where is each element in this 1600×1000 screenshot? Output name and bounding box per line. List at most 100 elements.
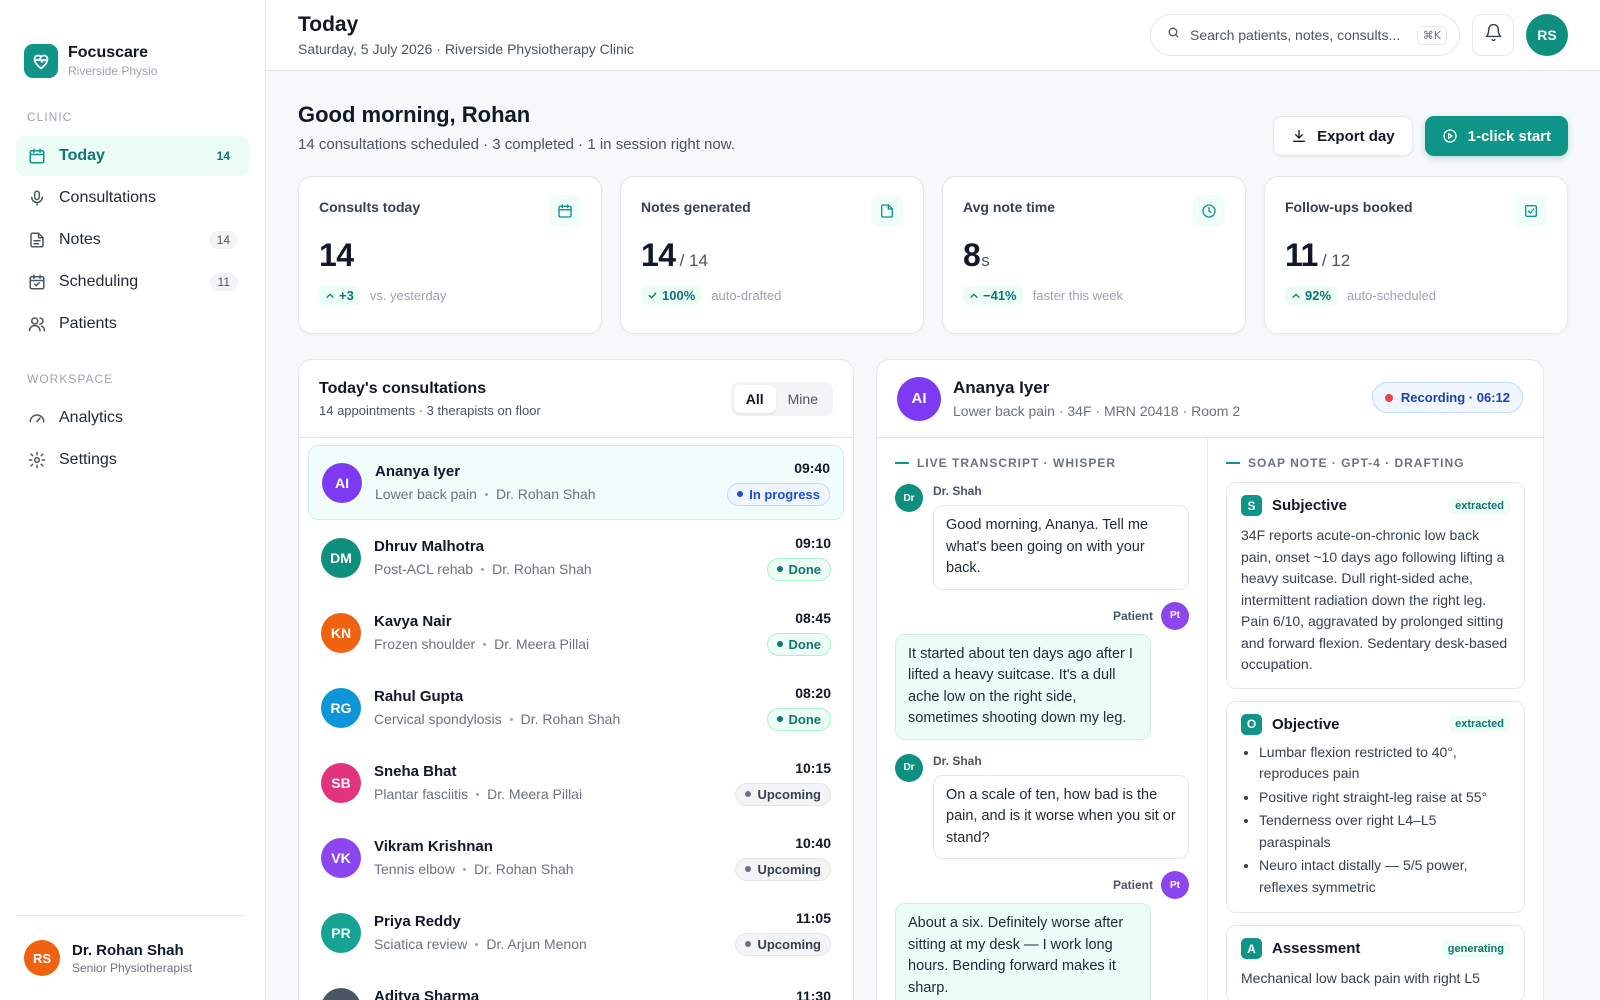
stat-label: Consults today [319, 199, 421, 215]
checkbox-icon [1515, 195, 1547, 227]
table-row[interactable]: KN Kavya Nair Frozen shoulder Dr. Meera P… [308, 595, 844, 670]
avatar: Dr [895, 484, 923, 512]
search-input[interactable] [1190, 27, 1417, 43]
soap-assessment-card[interactable]: A Assessment generating Mechanical low b… [1226, 925, 1525, 1000]
speaker-name: Dr. Shah [933, 753, 982, 768]
greeting-title: Good morning, Rohan [298, 102, 531, 127]
sidebar-item-notes[interactable]: Notes 14 [16, 220, 249, 260]
user-name: Dr. Rohan Shah [72, 941, 184, 959]
stat-delta-value: 100% [662, 288, 696, 303]
table-row[interactable]: AI Ananya Iyer Lower back pain Dr. Rohan … [308, 445, 844, 520]
recording-dot-icon [1384, 393, 1393, 402]
bell-icon [1484, 23, 1503, 47]
heart-pulse-logo-icon [24, 44, 58, 78]
search-box[interactable]: ⌘K [1150, 14, 1460, 56]
shortcut-hint: ⌘K [1416, 25, 1447, 45]
brand-name: Focuscare [68, 44, 149, 61]
sidebar-item-scheduling[interactable]: Scheduling 11 [16, 262, 249, 302]
appointment-time: 11:05 [795, 909, 831, 926]
table-row[interactable]: VK Vikram Krishnan Tennis elbow Dr. Rohan… [308, 820, 844, 895]
patient-name: Rahul Gupta [374, 688, 464, 705]
search-icon [1167, 26, 1180, 44]
soap-text: 34F reports acute-on-chronic low back pa… [1241, 527, 1508, 672]
table-row[interactable]: RG Rahul Gupta Cervical spondylosis Dr. R… [308, 670, 844, 745]
stats-row: Consults today 14 +3 vs. yesterday Notes… [298, 176, 1568, 334]
profile-avatar-button[interactable]: RS [1526, 14, 1568, 56]
patient-name: Ananya Iyer [375, 463, 461, 480]
stat-value: 14 [641, 237, 676, 273]
therapist-name: Dr. Meera Pillai [487, 786, 583, 802]
stat-card-consults: Consults today 14 +3 vs. yesterday [298, 176, 602, 334]
avatar: Pt [1161, 871, 1189, 899]
sidebar-item-analytics[interactable]: Analytics [16, 398, 249, 438]
table-row[interactable]: AS Aditya Sharma 11:30 [308, 970, 844, 1000]
soap-tag: extracted [1449, 497, 1510, 514]
status-label: Done [788, 711, 822, 727]
patient-name: Aditya Sharma [374, 988, 480, 1000]
nav-badge: 11 [209, 273, 238, 291]
download-icon [1293, 130, 1306, 142]
export-day-button[interactable]: Export day [1273, 116, 1413, 156]
stat-value: 8 [963, 237, 981, 273]
stat-delta: 100% [641, 286, 702, 305]
speaker-name: Patient [1112, 608, 1153, 623]
arrow-up-icon [1292, 293, 1300, 298]
sidebar-item-label: Scheduling [59, 273, 139, 290]
table-row[interactable]: SB Sneha Bhat Plantar fasciitis Dr. Meera… [308, 745, 844, 820]
avatar: PR [321, 912, 361, 953]
brand[interactable]: Focuscare Riverside Physio [0, 0, 265, 92]
arrow-up-icon [970, 293, 978, 298]
avatar: DM [321, 537, 361, 578]
avatar: KN [321, 612, 361, 653]
table-row[interactable]: PR Priya Reddy Sciatica review Dr. Arjun … [308, 895, 844, 970]
message-bubble: Good morning, Ananya. Tell me what's bee… [933, 505, 1189, 590]
soap-tag: generating [1441, 940, 1510, 957]
microphone-icon [27, 188, 47, 208]
sidebar-item-patients[interactable]: Patients [16, 304, 249, 344]
live-session-panel: AI Ananya Iyer Lower back pain · 34F · M… [876, 359, 1544, 1000]
stat-delta-value: +3 [339, 288, 354, 303]
calendar-icon [27, 146, 47, 166]
current-user-card[interactable]: RS Dr. Rohan Shah Senior Physiotherapist [16, 915, 245, 1000]
appointment-time: 08:20 [795, 684, 831, 701]
status-badge: Upcoming [735, 932, 831, 956]
stat-card-note-time: Avg note time 8s −41% faster this week [942, 176, 1246, 334]
filter-all-button[interactable]: All [733, 385, 776, 413]
filter-mine-button[interactable]: Mine [776, 385, 830, 413]
document-icon [27, 230, 47, 250]
patient-condition: Lower back pain [375, 486, 477, 502]
stat-card-followups: Follow-ups booked 11/ 12 92% auto-schedu… [1264, 176, 1568, 334]
stat-note: auto-scheduled [1347, 288, 1436, 303]
soap-subjective-card[interactable]: S Subjective extracted 34F reports acute… [1226, 482, 1525, 689]
patient-condition: Post-ACL rehab [374, 561, 474, 577]
nav-section-clinic: Clinic [27, 110, 73, 124]
soap-objective-card[interactable]: O Objective extracted Lumbar flexion res… [1226, 700, 1525, 913]
patient-condition: Frozen shoulder [374, 636, 476, 652]
one-click-start-button[interactable]: 1-click start [1424, 116, 1568, 156]
consultations-panel: Today's consultations 14 appointments · … [298, 359, 854, 1000]
transcript-message: Patient Pt It started about ten days ago… [895, 601, 1189, 740]
status-label: Upcoming [757, 786, 821, 802]
avatar: VK [321, 837, 361, 878]
recording-indicator[interactable]: Recording · 06:12 [1371, 382, 1523, 413]
filter-toggle: All Mine [730, 382, 833, 416]
notifications-button[interactable] [1472, 14, 1514, 56]
stat-unit: / 12 [1321, 251, 1351, 270]
table-row[interactable]: DM Dhruv Malhotra Post-ACL rehab Dr. Roha… [308, 520, 844, 595]
appointment-time: 11:30 [795, 988, 831, 1000]
sidebar-item-label: Patients [59, 315, 117, 332]
sidebar-item-consultations[interactable]: Consultations [16, 178, 249, 218]
sidebar-item-today[interactable]: Today 14 [16, 136, 249, 176]
sidebar-item-settings[interactable]: Settings [16, 440, 249, 480]
transcript-message: Dr Dr. Shah On a scale of ten, how bad i… [895, 752, 1189, 859]
therapist-name: Dr. Rohan Shah [520, 711, 621, 727]
export-day-label: Export day [1317, 127, 1395, 145]
patient-condition: Plantar fasciitis [374, 786, 469, 802]
status-badge: Upcoming [735, 782, 831, 806]
users-icon [27, 314, 47, 334]
stat-label: Avg note time [963, 199, 1056, 215]
stat-unit: s [981, 251, 990, 270]
patient-name: Dhruv Malhotra [374, 538, 485, 555]
play-circle-icon [1442, 129, 1457, 143]
sidebar-item-label: Consultations [59, 189, 156, 206]
